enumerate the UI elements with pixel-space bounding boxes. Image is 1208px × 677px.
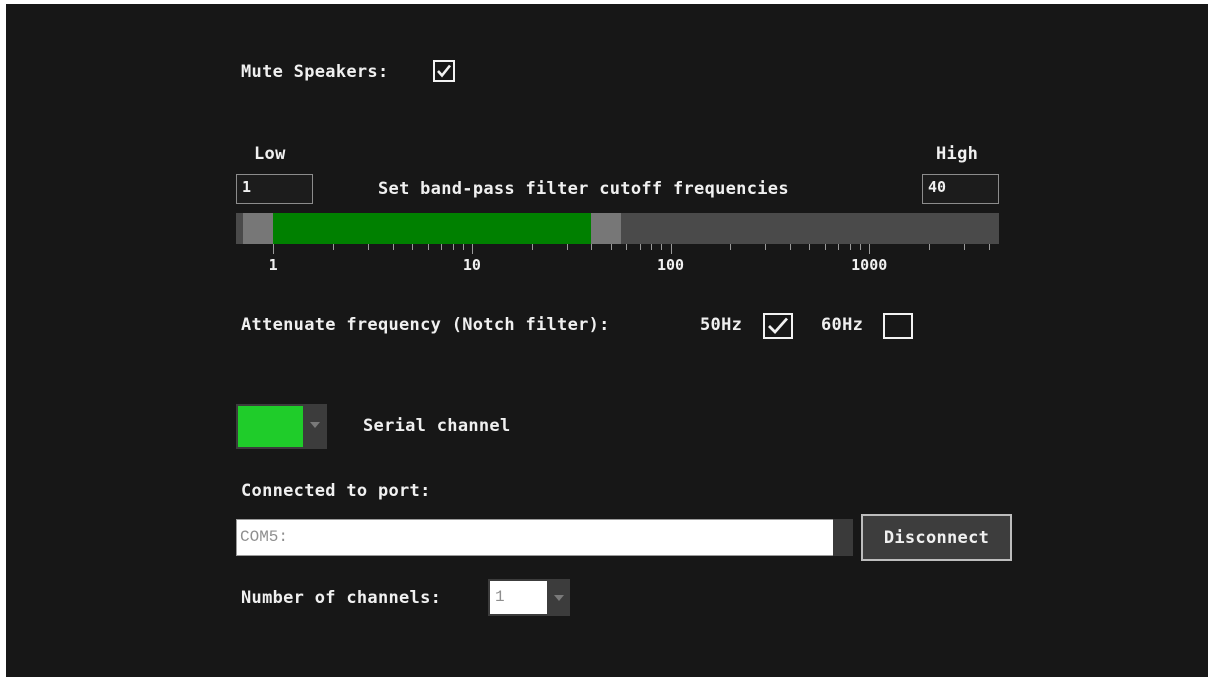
axis-tick (860, 244, 862, 250)
low-cutoff-input[interactable]: 1 (236, 174, 313, 204)
selected-range-fill (273, 213, 592, 244)
axis-tick (790, 244, 792, 250)
axis-tick (591, 244, 593, 250)
axis-tick (988, 244, 990, 250)
notch-60hz-checkbox[interactable] (883, 313, 913, 339)
axis-tick (471, 244, 473, 254)
high-handle[interactable] (591, 213, 622, 244)
port-value: COM5: (240, 528, 289, 546)
chevron-down-icon (310, 422, 320, 428)
axis-tick (610, 244, 612, 250)
notch-60hz-label: 60Hz (821, 315, 864, 335)
tick-label: 100 (656, 256, 685, 274)
axis-tick (452, 244, 454, 250)
high-cutoff-input[interactable]: 40 (922, 174, 999, 204)
serial-channel-color-select[interactable] (236, 404, 327, 449)
axis-tick (273, 244, 275, 254)
axis-tick (849, 244, 851, 250)
axis-tick (332, 244, 334, 250)
low-label: Low (254, 144, 286, 164)
axis-tick (566, 244, 568, 250)
checkmark-icon (768, 317, 789, 335)
port-field[interactable]: COM5: (236, 519, 836, 556)
axis-tick (367, 244, 369, 250)
frequency-axis-ticks (236, 244, 999, 256)
disconnect-button[interactable]: Disconnect (861, 514, 1012, 561)
tick-label: 1000 (851, 256, 888, 274)
channels-select-value: 1 (495, 588, 505, 606)
low-handle[interactable] (243, 213, 274, 244)
frequency-range-slider[interactable] (236, 213, 999, 244)
number-of-channels-label: Number of channels: (241, 588, 442, 608)
axis-tick (639, 244, 641, 250)
axis-tick (661, 244, 663, 250)
axis-tick (531, 244, 533, 250)
connected-to-port-label: Connected to port: (241, 481, 431, 501)
axis-tick (670, 244, 672, 254)
axis-tick (838, 244, 840, 250)
axis-tick (765, 244, 767, 250)
notch-filter-label: Attenuate frequency (Notch filter): (241, 315, 610, 335)
axis-tick (427, 244, 429, 250)
axis-tick (964, 244, 965, 250)
chevron-down-icon (554, 595, 564, 601)
disconnect-button-label: Disconnect (883, 527, 990, 548)
high-label: High (936, 144, 979, 164)
tick-label: 10 (462, 256, 481, 274)
axis-tick (929, 244, 931, 250)
axis-tick (809, 244, 811, 250)
axis-tick (869, 244, 871, 254)
axis-tick (392, 244, 394, 250)
settings-panel: Mute Speakers: Low High 1 Set band-pass … (6, 4, 1208, 677)
number-of-channels-select[interactable]: 1 (488, 579, 570, 616)
channels-select-value-box: 1 (490, 581, 547, 614)
notch-50hz-checkbox[interactable] (763, 313, 793, 339)
checkmark-icon (437, 64, 452, 78)
axis-tick (412, 244, 414, 250)
axis-tick (462, 244, 464, 250)
axis-tick (441, 244, 443, 250)
axis-tick (626, 244, 628, 250)
mute-speakers-label: Mute Speakers: (241, 62, 389, 82)
mute-speakers-checkbox[interactable] (433, 60, 455, 82)
port-field-scroll (833, 519, 853, 556)
serial-channel-label: Serial channel (363, 416, 511, 436)
axis-tick (651, 244, 653, 250)
tick-label: 1 (268, 256, 278, 274)
axis-tick (825, 244, 827, 250)
serial-color-swatch (238, 406, 303, 447)
notch-50hz-label: 50Hz (700, 315, 743, 335)
filter-title: Set band-pass filter cutoff frequencies (378, 179, 789, 199)
axis-tick (730, 244, 732, 250)
frequency-axis-labels: 1 10 100 1000 (236, 256, 999, 276)
